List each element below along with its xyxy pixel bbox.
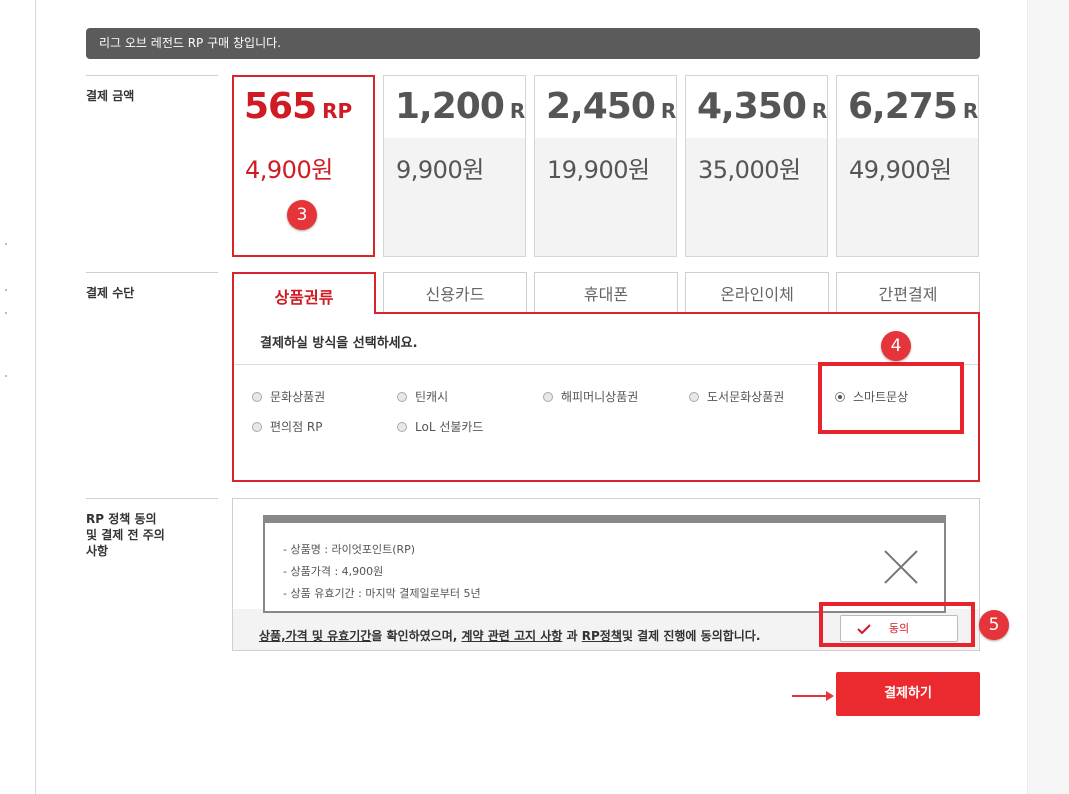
- card-top: 2,450RP: [535, 76, 676, 138]
- radio-button[interactable]: [252, 392, 262, 402]
- agreement-text-part: 과: [562, 629, 582, 643]
- rp-unit: RP: [811, 99, 828, 123]
- popup-product-name: - 상품명 : 라이엇포인트(RP): [283, 543, 416, 556]
- rp-amount: 565 RP: [244, 86, 352, 127]
- card-top: 565 RP: [234, 77, 373, 139]
- left-divider: [35, 0, 36, 794]
- card-price: 9,900원: [396, 156, 484, 184]
- option-convenience-store-rp[interactable]: 편의점 RP: [252, 418, 323, 435]
- card-top: 4,350RP: [686, 76, 827, 138]
- tab-credit-card[interactable]: 신용카드: [383, 272, 527, 312]
- tab-voucher[interactable]: 상품권류: [232, 272, 376, 314]
- card-price: 35,000원: [698, 156, 801, 184]
- option-happymoney[interactable]: 해피머니상품권: [543, 388, 638, 405]
- rp-policy-link[interactable]: RP정책: [582, 629, 622, 643]
- product-info-link[interactable]: 상품,가격 및 유효기간: [259, 629, 371, 643]
- card-top: 6,275RP: [837, 76, 978, 138]
- option-lol-prepaid-card[interactable]: LoL 선불카드: [397, 418, 483, 435]
- step-marker-4: 4: [881, 331, 911, 361]
- policy-label-line: 사항: [86, 544, 109, 558]
- rp-unit: RP: [962, 99, 979, 123]
- rp-card-6275[interactable]: 6,275RP 49,900원: [836, 75, 979, 257]
- rp-card-4350[interactable]: 4,350RP 35,000원: [685, 75, 828, 257]
- amount-label: 결제 금액: [86, 75, 218, 268]
- highlight-agree: [819, 602, 975, 647]
- radio-button[interactable]: [397, 392, 407, 402]
- rp-card-2450[interactable]: 2,450RP 19,900원: [534, 75, 677, 257]
- radio-button[interactable]: [397, 422, 407, 432]
- policy-label-line: RP 정책 동의: [86, 512, 157, 526]
- policy-label: RP 정책 동의 및 결제 전 주의 사항: [86, 498, 218, 661]
- product-info-popup: - 상품명 : 라이엇포인트(RP) - 상품가격 : 4,900원 - 상품 …: [263, 515, 946, 613]
- close-icon[interactable]: [883, 549, 919, 585]
- page-banner: 리그 오브 레전드 RP 구매 창입니다.: [86, 28, 980, 59]
- rp-card-1200[interactable]: 1,200RP 9,900원: [383, 75, 526, 257]
- option-book-voucher[interactable]: 도서문화상품권: [689, 388, 784, 405]
- agreement-text-part: 을 확인하였으며,: [371, 629, 462, 643]
- rp-unit: RP: [509, 99, 526, 123]
- rp-value: 565: [244, 86, 317, 127]
- pay-button[interactable]: 결제하기: [836, 672, 980, 716]
- rp-value: 1,200: [395, 86, 505, 127]
- arrow-right-icon: [792, 691, 834, 701]
- step-marker-3: 3: [287, 200, 317, 230]
- radio-button[interactable]: [252, 422, 262, 432]
- radio-button[interactable]: [543, 392, 553, 402]
- rp-unit: RP: [660, 99, 677, 123]
- contract-notice-link[interactable]: 계약 관련 고지 사항: [461, 629, 562, 643]
- tab-bank-transfer[interactable]: 온라인이체: [685, 272, 829, 312]
- step-marker-5: 5: [979, 610, 1009, 640]
- rp-amount: 6,275RP: [848, 86, 979, 127]
- option-label: 편의점 RP: [270, 420, 323, 434]
- tab-mobile[interactable]: 휴대폰: [534, 272, 678, 312]
- tab-easy-pay[interactable]: 간편결제: [836, 272, 980, 312]
- popup-product-price: - 상품가격 : 4,900원: [283, 565, 384, 578]
- rp-amount: 2,450RP: [546, 86, 677, 127]
- rp-value: 2,450: [546, 86, 656, 127]
- rp-value: 4,350: [697, 86, 807, 127]
- policy-label-line: 및 결제 전 주의: [86, 528, 165, 542]
- card-top: 1,200RP: [384, 76, 525, 138]
- popup-validity: - 상품 유효기간 : 마지막 결제일로부터 5년: [283, 587, 481, 600]
- option-label: 틴캐시: [415, 390, 449, 404]
- agreement-text-part: 및 결제 진행에 동의합니다.: [621, 629, 761, 643]
- option-label: 도서문화상품권: [707, 390, 785, 404]
- option-label: 문화상품권: [270, 390, 326, 404]
- radio-button[interactable]: [689, 392, 699, 402]
- card-price: 49,900원: [849, 156, 952, 184]
- rp-value: 6,275: [848, 86, 958, 127]
- method-label: 결제 수단: [86, 272, 218, 495]
- right-gutter: [1027, 0, 1069, 794]
- option-culture-voucher[interactable]: 문화상품권: [252, 388, 325, 405]
- option-label: 해피머니상품권: [561, 390, 639, 404]
- rp-amount: 1,200RP: [395, 86, 526, 127]
- option-teencash[interactable]: 틴캐시: [397, 388, 448, 405]
- option-label: LoL 선불카드: [415, 420, 484, 434]
- card-price: 4,900원: [245, 156, 333, 184]
- method-prompt: 결제하실 방식을 선택하세요.: [260, 336, 418, 351]
- agreement-text: 상품,가격 및 유효기간을 확인하였으며, 계약 관련 고지 사항 과 RP정책…: [259, 627, 760, 644]
- highlight-smart-voucher: [818, 362, 964, 434]
- rp-amount: 4,350RP: [697, 86, 828, 127]
- card-price: 19,900원: [547, 156, 650, 184]
- rp-unit: RP: [322, 99, 353, 123]
